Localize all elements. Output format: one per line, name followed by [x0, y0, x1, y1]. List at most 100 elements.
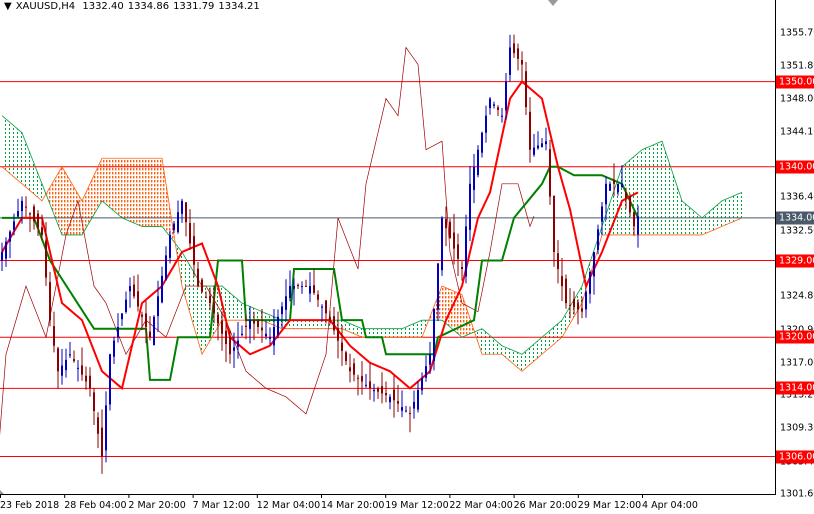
candle	[9, 230, 11, 259]
candle-body	[85, 375, 87, 382]
cloud-segment	[314, 320, 318, 329]
candle-body	[565, 278, 567, 304]
candle	[441, 216, 443, 276]
candle-body	[117, 326, 119, 338]
candle-body	[5, 241, 7, 259]
candle	[301, 281, 303, 294]
level-price-label: 1350.00	[776, 75, 814, 89]
candle	[169, 230, 171, 264]
candle	[333, 306, 335, 335]
cloud-segment	[302, 320, 306, 329]
candle-body	[153, 316, 155, 346]
price-chart[interactable]	[0, 0, 814, 514]
candle-body	[13, 221, 15, 231]
candle	[149, 316, 151, 341]
candle-body	[225, 330, 227, 345]
candle	[385, 381, 387, 403]
candle-body	[485, 115, 487, 133]
candle-body	[537, 145, 539, 149]
candle-body	[229, 337, 231, 355]
candle-body	[1, 251, 3, 261]
candle-body	[273, 326, 275, 346]
candle	[521, 51, 523, 81]
candle-body	[573, 298, 575, 308]
cloud-segment	[190, 265, 194, 327]
candle	[137, 274, 139, 312]
candle-body	[413, 401, 415, 409]
candle	[125, 291, 127, 314]
candle-body	[577, 302, 579, 310]
candle-body	[449, 221, 451, 239]
candle	[537, 131, 539, 150]
cloud-segment	[126, 158, 130, 222]
chart-window[interactable]: ▼ XAUUSD,H4 1332.40 1334.86 1331.79 1334.21 …	[0, 0, 814, 514]
candle-body	[625, 191, 627, 199]
cloud-segment	[686, 204, 690, 235]
candle-body	[49, 282, 51, 321]
close-value: 1334.21	[218, 1, 260, 12]
high-value: 1334.86	[127, 1, 170, 12]
candle	[1, 242, 3, 272]
chart-shift-marker-icon[interactable]	[548, 0, 558, 6]
candle	[317, 290, 319, 308]
candle-body	[245, 325, 247, 327]
candle-body	[141, 314, 143, 317]
open-value: 1332.40	[82, 1, 124, 12]
candle	[89, 367, 91, 397]
cloud-segment	[378, 328, 382, 338]
candle-body	[421, 378, 423, 391]
cloud-segment	[690, 207, 694, 235]
candle	[257, 318, 259, 334]
candle	[193, 222, 195, 277]
candle-body	[553, 195, 555, 252]
time-tick-label: 7 Mar 12:00	[192, 500, 250, 511]
candle-body	[53, 326, 55, 346]
candle-body	[393, 389, 395, 401]
candle	[465, 214, 467, 284]
candle	[101, 409, 103, 474]
candle-body	[621, 183, 623, 188]
candle	[381, 372, 383, 404]
cloud-segment	[738, 192, 742, 220]
cloud-segment	[234, 296, 238, 321]
dropdown-triangle-icon[interactable]: ▼	[4, 1, 12, 12]
candle-body	[521, 60, 523, 65]
candle-body	[341, 342, 343, 351]
candle	[541, 138, 543, 148]
cloud-segment	[58, 166, 62, 235]
candle-body	[385, 392, 387, 396]
cloud-segment	[206, 286, 210, 348]
candle-body	[181, 200, 183, 214]
price-tick-label: 1351.80	[780, 60, 814, 72]
candle	[33, 204, 35, 230]
candle	[545, 127, 547, 151]
candle	[285, 279, 287, 322]
cloud-segment	[2, 115, 6, 171]
cloud-segment	[18, 129, 22, 184]
cloud-segment	[290, 320, 294, 329]
candle-body	[169, 234, 171, 258]
cloud-segment	[654, 142, 658, 235]
candle-body	[193, 236, 195, 265]
candle-body	[561, 276, 563, 287]
level-price-label: 1334.00	[776, 211, 814, 225]
candle-body	[633, 212, 635, 227]
candle-body	[529, 111, 531, 150]
cloud-segment	[306, 320, 310, 329]
candle-body	[481, 132, 483, 153]
time-tick-label: 4 Apr 04:00	[642, 500, 698, 511]
indicator-lines	[0, 46, 743, 436]
cloud-segment	[390, 328, 394, 338]
cloud-segment	[674, 177, 678, 235]
cloud-segment	[154, 158, 158, 227]
cloud-segment	[298, 320, 302, 329]
candle	[557, 240, 559, 284]
candle	[409, 406, 411, 433]
candle	[29, 212, 31, 233]
candle	[53, 311, 55, 353]
symbol-label: XAUUSD,H4	[15, 1, 76, 12]
ichimoku-cloud	[2, 115, 742, 372]
candle-body	[429, 354, 431, 365]
cloud-segment	[226, 289, 230, 321]
cloud-segment	[714, 204, 718, 230]
